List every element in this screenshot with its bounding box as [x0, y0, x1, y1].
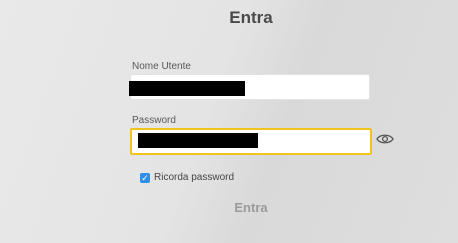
- password-label: Password: [132, 115, 176, 126]
- checkmark-icon[interactable]: ✓: [140, 172, 150, 183]
- username-field[interactable]: [129, 74, 370, 100]
- remember-password-option[interactable]: ✓ Ricorda password: [140, 172, 234, 183]
- password-field[interactable]: [130, 128, 372, 155]
- eye-icon[interactable]: [376, 132, 394, 146]
- username-label: Nome Utente: [132, 61, 191, 72]
- redacted-username: [129, 81, 245, 96]
- remember-password-label: Ricorda password: [154, 172, 235, 183]
- redacted-password: [138, 133, 258, 148]
- page-title: Entra: [229, 8, 273, 27]
- login-button[interactable]: Entra: [226, 200, 276, 215]
